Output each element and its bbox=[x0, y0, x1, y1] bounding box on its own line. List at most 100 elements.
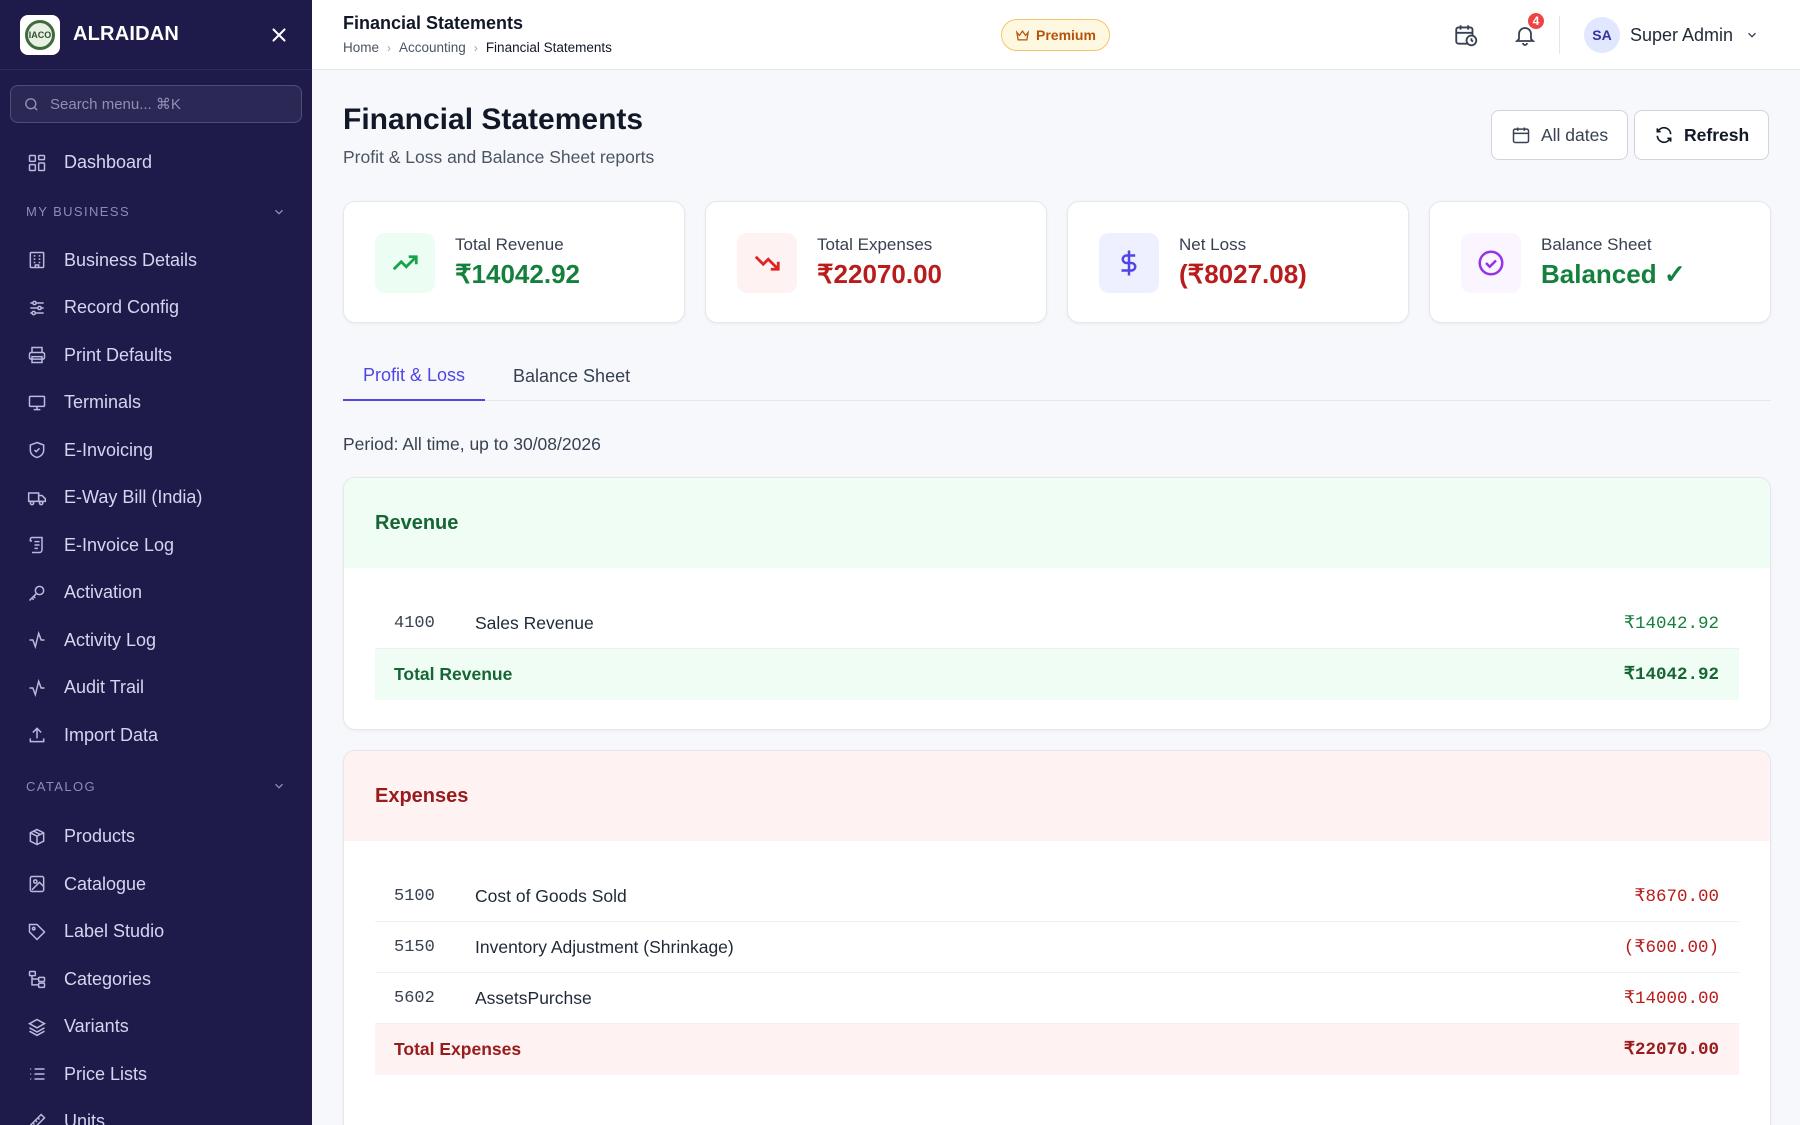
page-subtitle: Profit & Loss and Balance Sheet reports bbox=[343, 147, 655, 167]
avatar: SA bbox=[1584, 17, 1620, 53]
sidebar-item-label: Business Details bbox=[64, 249, 198, 270]
sidebar-item-label: Terminals bbox=[64, 392, 142, 413]
refresh-button[interactable]: Refresh bbox=[1634, 110, 1770, 160]
account-name: Cost of Goods Sold bbox=[475, 885, 627, 906]
total-amount: ₹22070.00 bbox=[1623, 1040, 1719, 1060]
account-amount: ₹8670.00 bbox=[1634, 886, 1719, 907]
sidebar-item-categories[interactable]: Categories bbox=[0, 956, 312, 1004]
sidebar-item-label: Variants bbox=[64, 1016, 129, 1037]
menu-search[interactable] bbox=[10, 85, 302, 123]
premium-badge: Premium bbox=[1001, 19, 1110, 51]
tab-profit-loss[interactable]: Profit & Loss bbox=[343, 351, 486, 401]
sidebar-item-import-data[interactable]: Import Data bbox=[0, 712, 312, 760]
sidebar-item-label-studio[interactable]: Label Studio bbox=[0, 908, 312, 956]
sidebar-header: IACO ALRAIDAN bbox=[0, 0, 312, 70]
trending-down-icon bbox=[737, 233, 797, 293]
notification-count: 4 bbox=[1526, 11, 1546, 31]
chevron-down-icon bbox=[1748, 32, 1757, 38]
card-label: Balance Sheet bbox=[1541, 235, 1652, 254]
truck-icon bbox=[26, 487, 48, 509]
shield-check-icon bbox=[26, 439, 48, 461]
sidebar-item-products[interactable]: Products bbox=[0, 813, 312, 861]
sidebar-item-e-way-bill[interactable]: E-Way Bill (India) bbox=[0, 474, 312, 522]
book-image-icon bbox=[26, 873, 48, 895]
close-sidebar-button[interactable] bbox=[266, 22, 292, 48]
card-total-revenue: Total Revenue ₹14042.92 bbox=[343, 201, 685, 323]
sidebar-item-e-invoicing[interactable]: E-Invoicing bbox=[0, 427, 312, 475]
search-input[interactable] bbox=[50, 95, 289, 113]
total-row: Total Expenses ₹22070.00 bbox=[375, 1024, 1739, 1075]
premium-label: Premium bbox=[1036, 27, 1096, 43]
chevron-down-icon bbox=[275, 209, 283, 215]
sidebar-item-label: Products bbox=[64, 826, 136, 847]
section-my-business[interactable]: MY BUSINESS bbox=[0, 187, 312, 237]
account-amount: ₹14000.00 bbox=[1623, 988, 1719, 1009]
divider bbox=[1559, 16, 1560, 54]
date-filter-label: All dates bbox=[1541, 124, 1609, 145]
printer-icon bbox=[26, 344, 48, 366]
activity-icon bbox=[26, 629, 48, 651]
section-catalog[interactable]: CATALOG bbox=[0, 759, 312, 813]
calendar-icon bbox=[1512, 127, 1530, 144]
account-code: 4100 bbox=[394, 613, 435, 633]
sidebar-item-label: Dashboard bbox=[64, 152, 153, 173]
sidebar-item-label: Catalogue bbox=[64, 873, 147, 894]
close-icon bbox=[272, 27, 286, 42]
sidebar-item-label: Price Lists bbox=[64, 1063, 148, 1084]
sidebar-item-activation[interactable]: Activation bbox=[0, 569, 312, 617]
sidebar-item-label: Label Studio bbox=[64, 921, 165, 942]
tab-balance-sheet[interactable]: Balance Sheet bbox=[513, 351, 630, 401]
sidebar-item-label: Activation bbox=[64, 582, 143, 603]
sidebar-item-variants[interactable]: Variants bbox=[0, 1003, 312, 1051]
sidebar-item-print-defaults[interactable]: Print Defaults bbox=[0, 332, 312, 380]
user-name: Super Admin bbox=[1630, 24, 1734, 45]
sidebar-item-units[interactable]: Units bbox=[0, 1098, 312, 1125]
list-icon bbox=[26, 1063, 48, 1085]
period-label: Period: All time, up to 30/08/2026 bbox=[343, 434, 601, 454]
package-icon bbox=[26, 826, 48, 848]
sidebar-item-terminals[interactable]: Terminals bbox=[0, 379, 312, 427]
sidebar-item-label: Units bbox=[64, 1111, 106, 1125]
sidebar-item-record-config[interactable]: Record Config bbox=[0, 284, 312, 332]
crown-icon bbox=[1015, 29, 1030, 40]
calendar-clock-button[interactable] bbox=[1451, 20, 1481, 50]
report-tabs: Profit & Loss Balance Sheet bbox=[343, 351, 1771, 401]
card-value: ₹14042.92 bbox=[455, 259, 580, 289]
chevron-right-icon: › bbox=[387, 40, 392, 55]
topbar-title: Financial Statements bbox=[343, 13, 524, 33]
user-menu[interactable]: SA Super Admin bbox=[1584, 17, 1759, 53]
monitor-icon bbox=[26, 392, 48, 414]
sidebar-item-label: Print Defaults bbox=[64, 344, 173, 365]
sidebar-item-catalogue[interactable]: Catalogue bbox=[0, 861, 312, 909]
sidebar-item-audit-trail[interactable]: Audit Trail bbox=[0, 664, 312, 712]
account-amount: (₹600.00) bbox=[1623, 937, 1719, 958]
sidebar-item-label: Categories bbox=[64, 968, 152, 989]
account-amount: ₹14042.92 bbox=[1623, 613, 1719, 634]
sidebar-item-label: Activity Log bbox=[64, 629, 157, 650]
sidebar-item-label: E-Way Bill (India) bbox=[64, 487, 203, 508]
revenue-title: Revenue bbox=[344, 478, 1770, 568]
sidebar-item-label: Record Config bbox=[64, 297, 180, 318]
sidebar-item-business-details[interactable]: Business Details bbox=[0, 237, 312, 285]
check-circle-icon bbox=[1461, 233, 1521, 293]
sidebar-item-label: Audit Trail bbox=[64, 677, 145, 698]
table-row: 5150 Inventory Adjustment (Shrinkage) (₹… bbox=[375, 922, 1739, 973]
date-filter-button[interactable]: All dates bbox=[1491, 110, 1629, 160]
sidebar-item-e-invoice-log[interactable]: E-Invoice Log bbox=[0, 522, 312, 570]
account-code: 5100 bbox=[394, 886, 435, 906]
breadcrumb-home[interactable]: Home bbox=[343, 40, 379, 55]
chevron-right-icon: › bbox=[473, 40, 478, 55]
logo-mark: IACO bbox=[25, 19, 55, 50]
card-label: Net Loss bbox=[1179, 235, 1247, 254]
sidebar-item-price-lists[interactable]: Price Lists bbox=[0, 1051, 312, 1099]
account-name: AssetsPurchse bbox=[475, 987, 592, 1008]
table-row: 4100 Sales Revenue ₹14042.92 bbox=[375, 598, 1739, 649]
trending-up-icon bbox=[375, 233, 435, 293]
notifications-button[interactable]: 4 bbox=[1510, 11, 1546, 50]
card-value: ₹22070.00 bbox=[817, 259, 942, 289]
sidebar-item-activity-log[interactable]: Activity Log bbox=[0, 617, 312, 665]
search-icon bbox=[25, 97, 38, 111]
brand-logo[interactable]: IACO bbox=[20, 14, 60, 55]
breadcrumb-accounting[interactable]: Accounting bbox=[399, 40, 466, 55]
sidebar-item-dashboard[interactable]: Dashboard bbox=[0, 139, 312, 187]
